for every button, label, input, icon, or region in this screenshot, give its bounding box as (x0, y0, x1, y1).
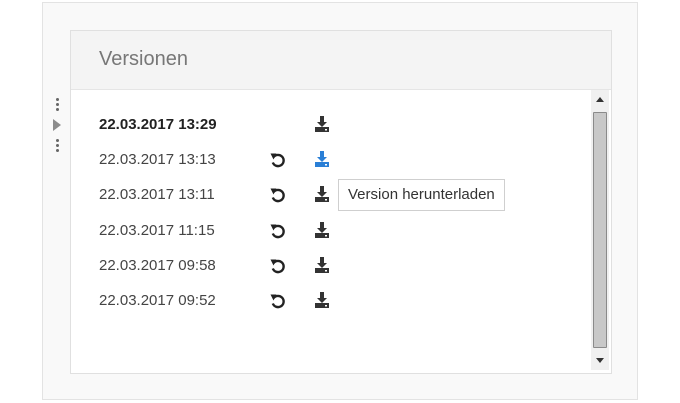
version-list: 22.03.2017 13:29 22.03.2017 13:13 22.03.… (71, 89, 591, 373)
version-row: 22.03.2017 09:58 (71, 257, 591, 293)
version-row: 22.03.2017 13:29 (71, 116, 591, 152)
restore-icon[interactable] (270, 292, 286, 310)
version-date: 22.03.2017 09:58 (99, 257, 216, 274)
side-handle[interactable] (50, 96, 64, 166)
version-date: 22.03.2017 13:11 (99, 186, 215, 203)
panel-title: Versionen (99, 48, 188, 70)
scroll-down-button[interactable] (591, 350, 609, 370)
expand-arrow-icon[interactable] (53, 119, 61, 131)
scroll-thumb[interactable] (593, 112, 607, 348)
arrow-down-icon (596, 358, 604, 363)
restore-icon[interactable] (270, 151, 286, 169)
download-icon[interactable] (313, 291, 331, 309)
panel-header: Versionen (71, 31, 611, 90)
restore-icon[interactable] (270, 186, 286, 204)
download-icon[interactable] (313, 185, 331, 203)
scroll-up-button[interactable] (591, 90, 609, 110)
download-icon[interactable] (313, 256, 331, 274)
version-row: 22.03.2017 09:52 (71, 292, 591, 328)
version-row: 22.03.2017 11:15 (71, 222, 591, 258)
restore-icon[interactable] (270, 257, 286, 275)
version-date: 22.03.2017 11:15 (99, 222, 215, 239)
restore-icon[interactable] (270, 222, 286, 240)
drag-handle-icon[interactable] (55, 98, 59, 111)
version-row: 22.03.2017 13:11 (71, 186, 591, 222)
drag-handle-icon[interactable] (55, 139, 59, 152)
version-date: 22.03.2017 09:52 (99, 292, 216, 309)
version-row: 22.03.2017 13:13 (71, 151, 591, 187)
download-tooltip: Version herunterladen (338, 179, 505, 211)
version-date: 22.03.2017 13:29 (99, 116, 217, 133)
version-date: 22.03.2017 13:13 (99, 151, 216, 168)
download-icon[interactable] (313, 150, 331, 168)
arrow-up-icon (596, 97, 604, 102)
download-icon[interactable] (313, 115, 331, 133)
download-icon[interactable] (313, 221, 331, 239)
vertical-scrollbar[interactable] (591, 90, 609, 370)
